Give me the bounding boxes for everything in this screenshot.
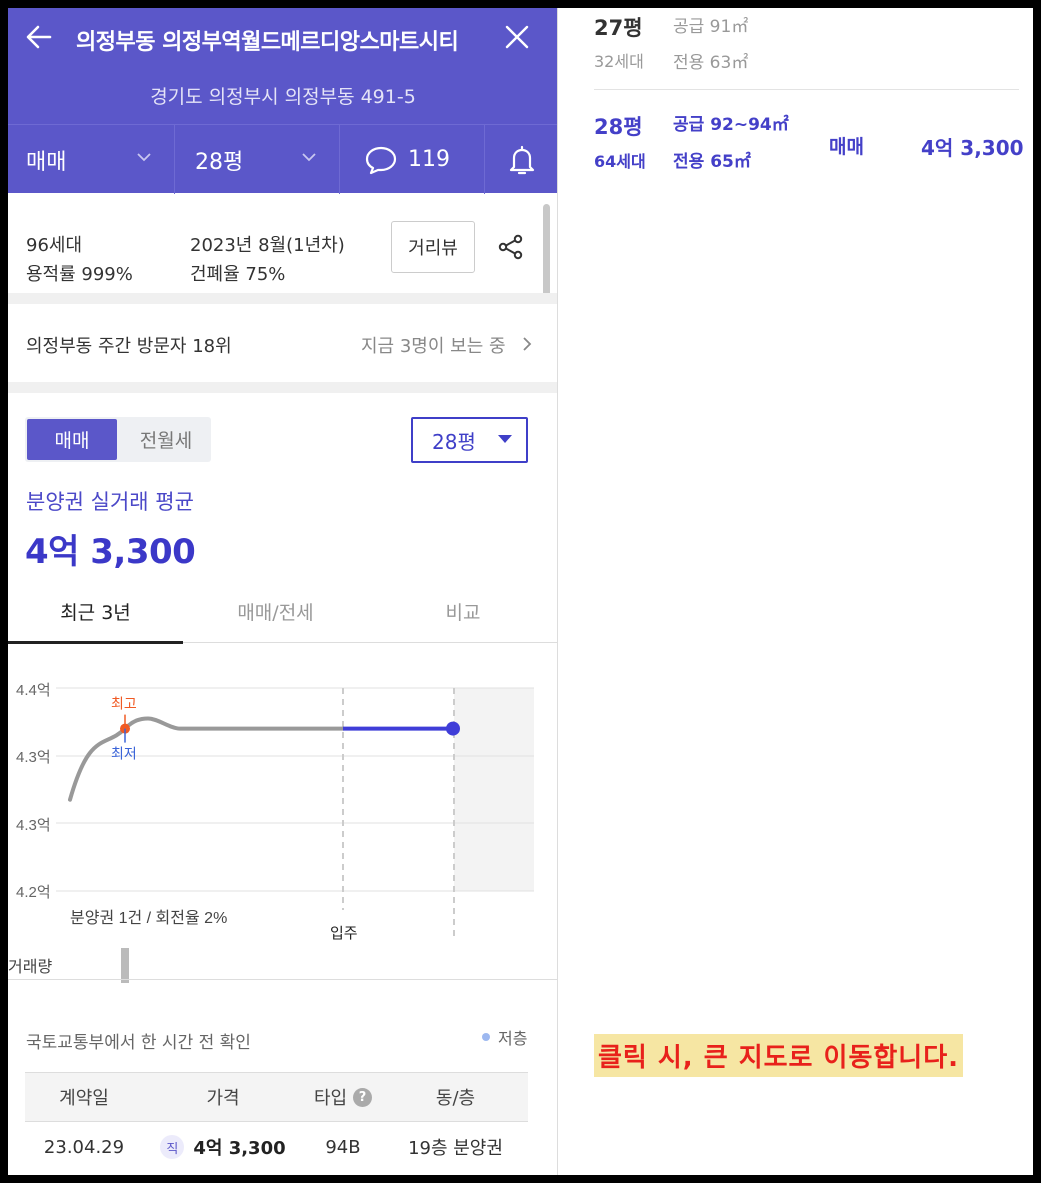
selected-unit-households: 64세대 (594, 152, 646, 171)
alarm-button[interactable] (485, 125, 557, 194)
section-divider (8, 293, 557, 304)
unit-divider (594, 89, 1019, 90)
header-type-label: 타입 (313, 1088, 348, 1109)
unit-size[interactable]: 27평 (594, 12, 643, 42)
selected-unit-size[interactable]: 28평 (594, 111, 643, 141)
size-select-value: 28평 (432, 429, 476, 454)
legend-low-floor: 저층 (482, 1025, 527, 1049)
tab-sale-jeonse[interactable]: 매매/전세 (183, 580, 368, 643)
cell-type: 94B (325, 1136, 361, 1158)
panel-header: 의정부동 의정부역월드메르디앙스마트시티 경기도 의정부시 의정부동 491-5… (8, 8, 557, 194)
trade-type-label: 매매 (26, 149, 67, 175)
average-price-value: 4억 3,300 (25, 532, 196, 572)
toggle-sale[interactable]: 매매 (27, 419, 117, 460)
latest-price-point[interactable] (446, 721, 460, 736)
header-floor: 동/층 (435, 1088, 476, 1109)
app-frame: 의정부동 의정부역월드메르디앙스마트시티 경기도 의정부시 의정부동 491-5… (8, 8, 1033, 1175)
map-click-notice: 클릭 시, 큰 지도로 이동합니다. (594, 1034, 964, 1077)
selected-unit-supply-area: 공급 92~94㎡ (673, 115, 789, 135)
coverage-ratio: 건폐율 75% (190, 264, 286, 285)
tab-compare[interactable]: 비교 (368, 580, 557, 643)
section-divider (8, 382, 557, 393)
trade-toggle: 매매 전월세 (25, 417, 211, 462)
chevron-right-icon (523, 337, 532, 351)
households: 96세대 (26, 235, 83, 256)
complex-info: 96세대 용적률 999% 2023년 8월(1년차) 건폐율 75% 거리뷰 (8, 193, 557, 293)
volume-note: 분양권 1건 / 회전율 2% (70, 909, 227, 927)
visitor-rank: 의정부동 주간 방문자 18위 (26, 336, 232, 357)
help-icon[interactable]: ? (353, 1087, 373, 1107)
floor-area-ratio: 용적률 999% (26, 264, 133, 285)
future-shade (454, 688, 534, 891)
trade-type-dropdown[interactable]: 매매 (8, 125, 175, 194)
completion-date: 2023년 8월(1년차) (190, 235, 345, 256)
header-date: 계약일 (59, 1088, 109, 1109)
y-axis-labels: 4.4억 4.3억 4.3억 4.2억 (16, 682, 51, 901)
header-type: 타입 ? (303, 1084, 383, 1110)
bell-icon (509, 145, 534, 174)
direct-trade-badge: 직 (160, 1135, 185, 1159)
unit-supply-area: 공급 91㎡ (673, 17, 749, 37)
y-tick-label: 4.3억 (16, 749, 51, 766)
selected-unit-price: 4억 3,300 (921, 136, 1024, 160)
dropdown-triangle-icon (498, 435, 512, 443)
move-in-label: 입주 (330, 925, 358, 942)
size-dropdown[interactable]: 28평 (175, 125, 340, 194)
cell-floor: 19층 분양권 (408, 1138, 503, 1159)
address: 경기도 의정부시 의정부동 491-5 (150, 86, 416, 108)
back-arrow-icon[interactable] (24, 22, 54, 52)
scrollbar-thumb[interactable] (543, 204, 550, 302)
chart-tabs: 최근 3년 매매/전세 비교 (8, 580, 557, 644)
share-icon[interactable] (498, 234, 524, 260)
chat-bubble-icon (365, 146, 397, 174)
chevron-down-icon (137, 153, 151, 162)
cell-date: 23.04.29 (43, 1136, 125, 1158)
y-tick-label: 4.2억 (16, 884, 51, 901)
volume-bar (121, 948, 129, 983)
table-header: 계약일 가격 타입 ? 동/층 (25, 1072, 528, 1122)
data-source: 국토교통부에서 한 시간 전 확인 (26, 1033, 251, 1053)
map-panel[interactable]: 27평 공급 91㎡ 32세대 전용 63㎡ 28평 공급 92~94㎡ 64세… (559, 8, 1033, 1175)
selected-unit-exclusive-area: 전용 65㎡ (673, 152, 751, 172)
transactions-table: 계약일 가격 타입 ? 동/층 23.04.29 직 4억 3,300 94B … (25, 1072, 528, 1172)
comments-button[interactable]: 119 (340, 125, 485, 194)
toggle-rent[interactable]: 전월세 (123, 419, 209, 460)
legend-label: 저층 (498, 1029, 528, 1048)
average-price-label: 분양권 실거래 평균 (26, 490, 194, 514)
page-title: 의정부동 의정부역월드메르디앙스마트시티 (76, 30, 459, 55)
comment-count: 119 (408, 147, 450, 172)
detail-panel: 의정부동 의정부역월드메르디앙스마트시티 경기도 의정부시 의정부동 491-5… (8, 8, 558, 1175)
low-label: 최저 (111, 746, 137, 762)
legend-dot-icon (482, 1033, 490, 1041)
cell-price-value: 4억 3,300 (193, 1138, 286, 1159)
visitor-row[interactable]: 의정부동 주간 방문자 18위 지금 3명이 보는 중 (8, 304, 557, 382)
unit-households: 32세대 (594, 52, 644, 71)
close-icon[interactable] (504, 24, 530, 50)
y-tick-label: 4.4억 (16, 682, 51, 699)
tab-recent-3y[interactable]: 최근 3년 (8, 580, 183, 644)
y-tick-label: 4.3억 (16, 817, 51, 834)
header-price: 가격 (206, 1088, 240, 1109)
size-select[interactable]: 28평 (411, 417, 528, 463)
size-label: 28평 (195, 149, 244, 175)
high-label: 최고 (111, 696, 137, 712)
price-chart[interactable]: 4.4억 4.3억 4.3억 4.2억 최고 최저 분양권 1건 / 회전율 2… (8, 648, 558, 983)
filter-bar: 매매 28평 119 (8, 124, 557, 194)
chart-bottom-border (8, 979, 557, 980)
chevron-down-icon (302, 153, 316, 162)
selected-unit-trade-type: 매매 (829, 136, 864, 158)
unit-exclusive-area: 전용 63㎡ (673, 53, 749, 73)
cell-price: 직 4억 3,300 (143, 1134, 303, 1160)
street-view-button[interactable]: 거리뷰 (391, 221, 475, 273)
volume-axis-label: 거래량 (8, 958, 52, 976)
viewing-now: 지금 3명이 보는 중 (361, 336, 506, 357)
table-row[interactable]: 23.04.29 직 4억 3,300 94B 19층 분양권 (25, 1122, 528, 1172)
